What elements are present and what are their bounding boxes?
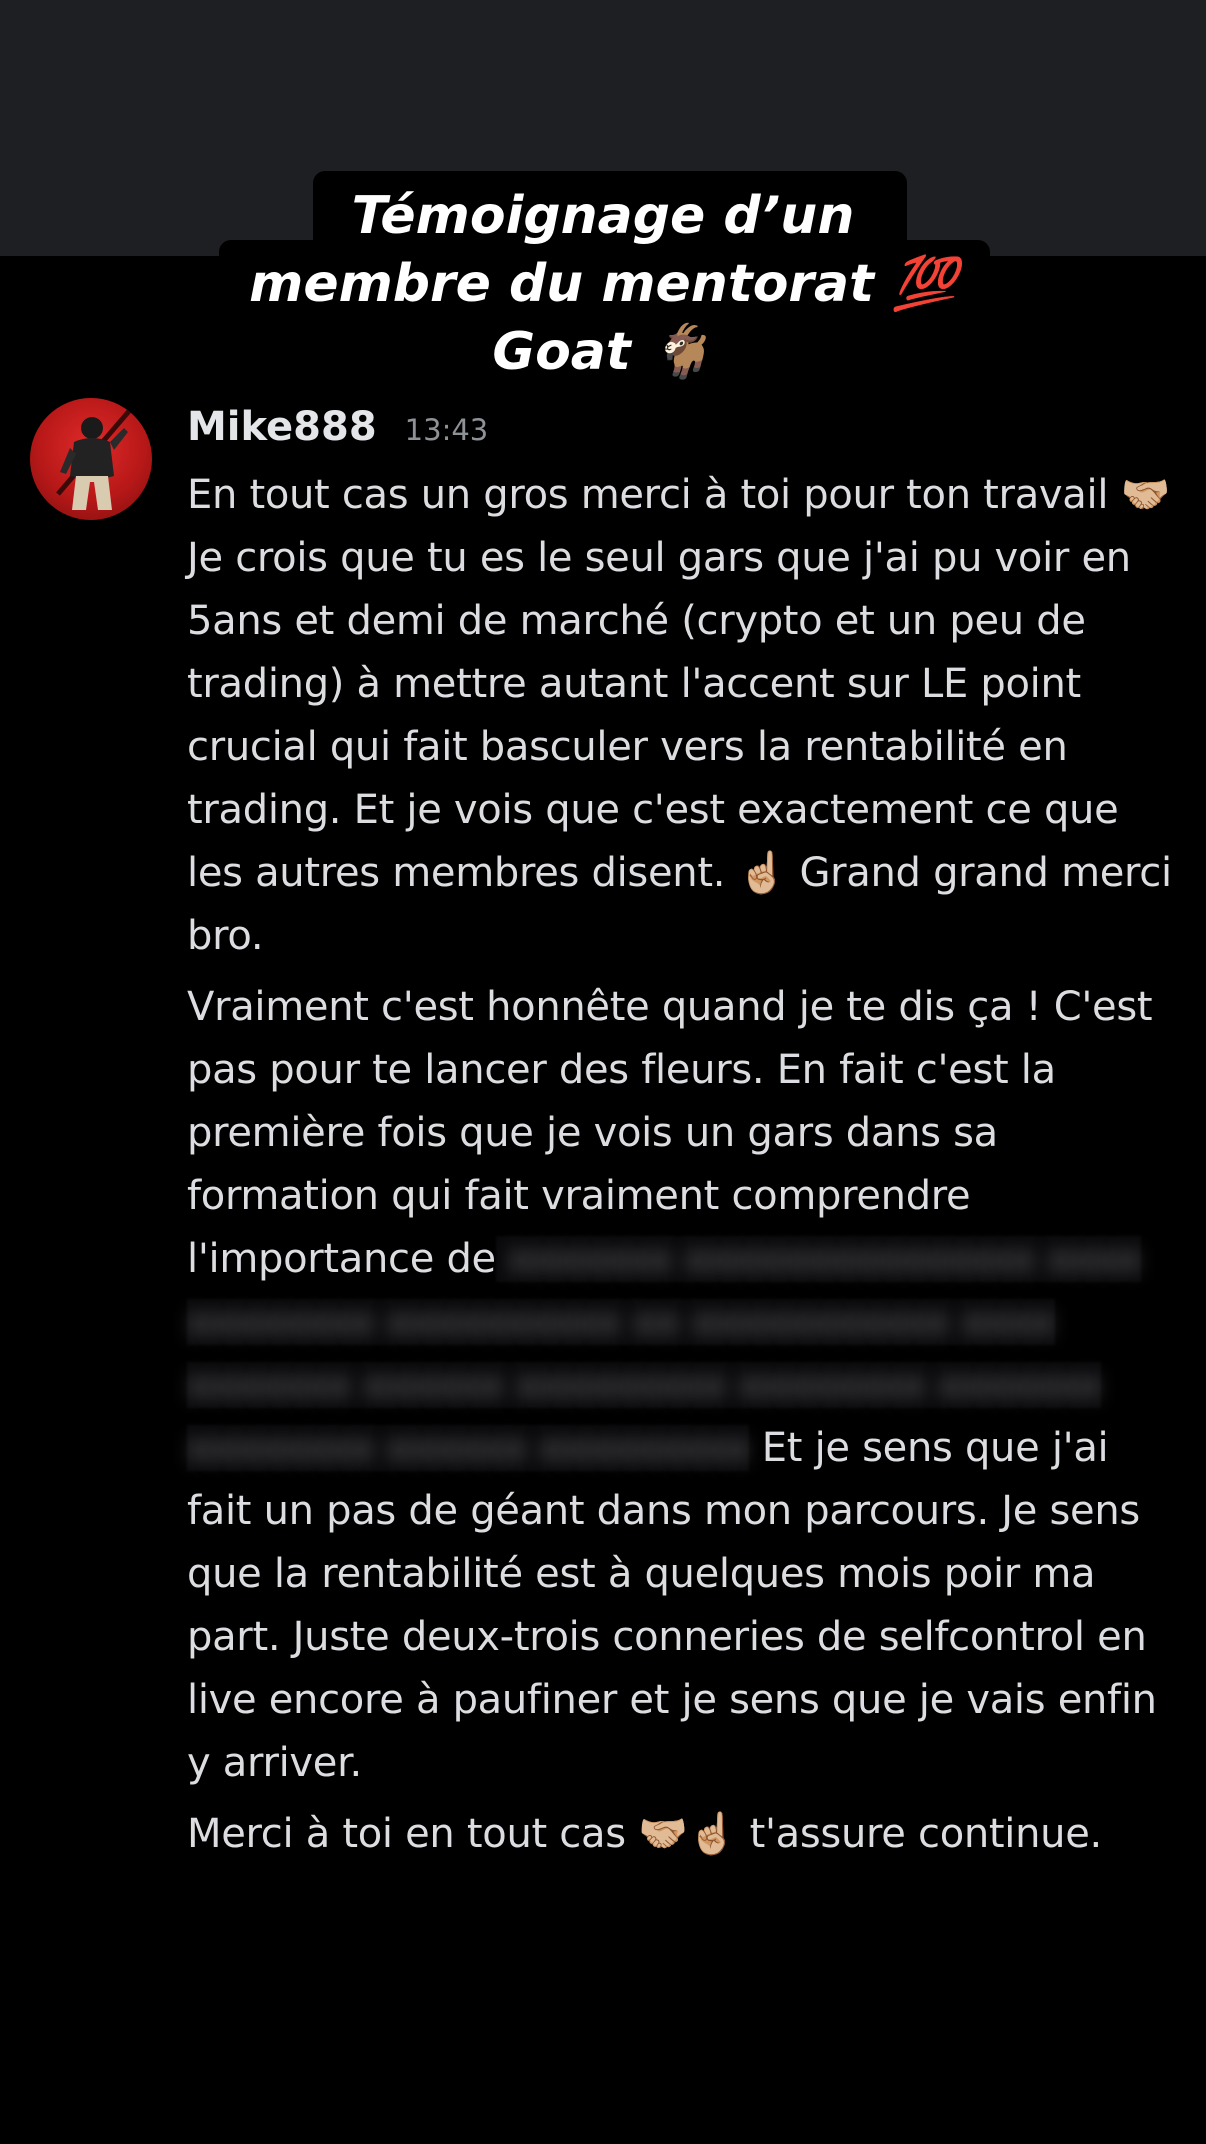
- message-timestamp: 13:43: [404, 413, 489, 447]
- message-body: En tout cas un gros merci à toi pour ton…: [187, 464, 1172, 1874]
- avatar-character-icon: [56, 408, 132, 510]
- username[interactable]: Mike888: [187, 404, 377, 450]
- message-text: Et je sens que j'ai fait un pas de géant…: [187, 1425, 1157, 1786]
- avatar[interactable]: [30, 398, 152, 520]
- message-header: Mike888 13:43: [187, 404, 488, 464]
- story-title-line: Témoignage d’un: [351, 186, 855, 246]
- story-title-line: Goat 🐐: [492, 322, 714, 382]
- message-paragraph: Vraiment c'est honnête quand je te dis ç…: [187, 976, 1172, 1795]
- story-title: Témoignage d’un membre du mentorat 💯 Goa…: [0, 182, 1206, 386]
- story-title-line: membre du mentorat 💯: [249, 254, 957, 314]
- message-paragraph: Merci à toi en tout cas 🤝🏼☝🏼 t'assure co…: [187, 1811, 1102, 1857]
- message-paragraph: En tout cas un gros merci à toi pour ton…: [187, 472, 1172, 959]
